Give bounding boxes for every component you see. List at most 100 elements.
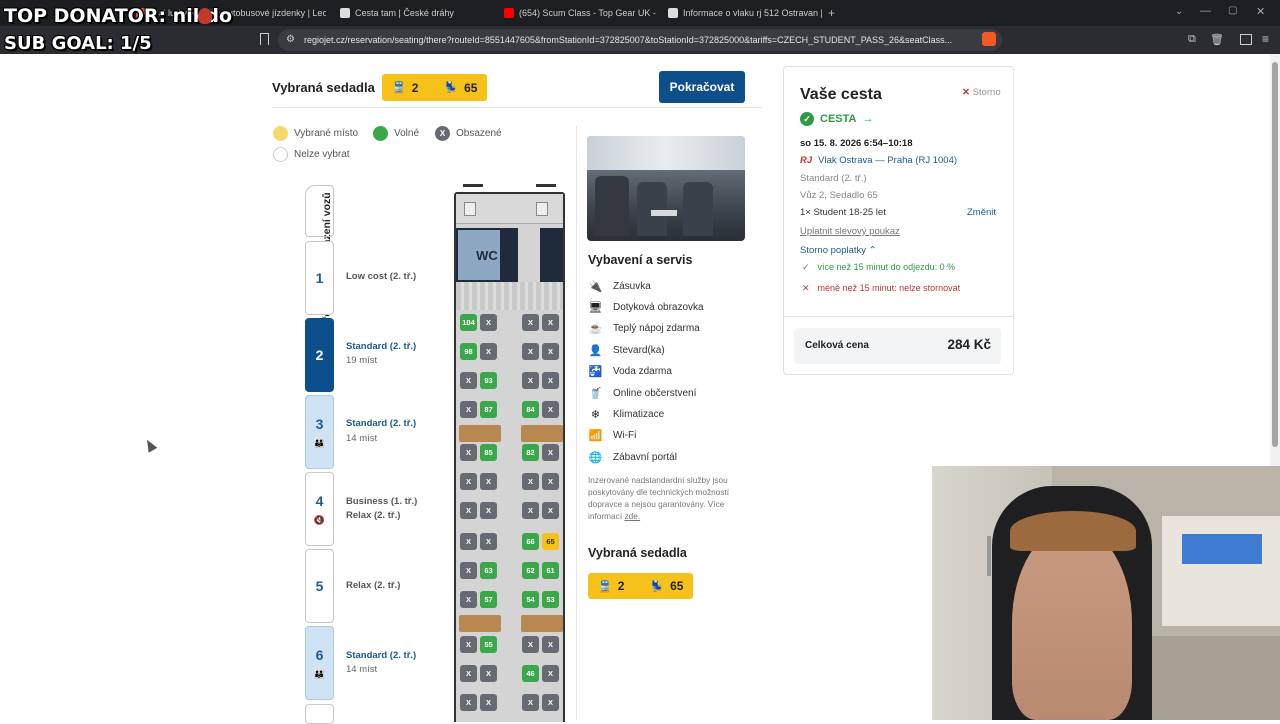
brave-shield-icon[interactable] (982, 32, 996, 46)
car-2[interactable]: 2 (305, 318, 334, 392)
seat-occupied: X (542, 636, 559, 653)
storno-fees-toggle[interactable]: Storno poplatky ⌃ (800, 245, 877, 256)
seat-selected[interactable]: 65 (542, 533, 559, 550)
legend-occupied: X Obsazené (435, 126, 502, 141)
check-icon: ✓ (802, 262, 810, 272)
seat-free[interactable]: 53 (542, 591, 559, 608)
coach-seat-map: WC 104 X X X 98 X X X X 93 X X X 87 84 X X 85 82 X X X X X X X X X X… (454, 192, 565, 722)
couch (1152, 636, 1280, 720)
bookmark-icon[interactable] (260, 33, 269, 45)
seat-occupied: X (480, 502, 497, 519)
snowflake-icon: ❄ (590, 409, 601, 421)
car-4[interactable]: 4 🔇 (305, 472, 334, 546)
tab-youtube[interactable]: (654) Scum Class - Top Gear UK - You (498, 3, 658, 23)
seat-free[interactable]: 98 (460, 343, 477, 360)
seat-occupied: X (460, 401, 477, 418)
menu-icon[interactable]: ≡ (1262, 32, 1269, 46)
seat-occupied: X (522, 473, 539, 490)
seat-free[interactable]: 55 (480, 636, 497, 653)
trip-title: Vaše cesta (800, 86, 882, 103)
seat-free[interactable]: 57 (480, 591, 497, 608)
address-bar: ⚙ regiojet.cz/reservation/seating/there?… (0, 26, 1280, 54)
seat-image (683, 182, 713, 236)
tab-cd[interactable]: Cesta tam | České dráhy (334, 3, 494, 23)
seat-free[interactable]: 93 (480, 372, 497, 389)
direction-badge: ✓ CESTA → (800, 112, 873, 126)
fee-no: ✕ méně než 15 minut: nelze stornovat (802, 283, 961, 293)
ceiling (587, 136, 745, 170)
seat-image (595, 176, 629, 236)
new-tab-icon[interactable]: + (828, 6, 835, 20)
service-item: 🔌 Zásuvka (588, 281, 651, 293)
seat-free[interactable]: 85 (480, 444, 497, 461)
pantograph (463, 184, 483, 192)
seat-occupied: X (542, 473, 559, 490)
seat-free[interactable]: 62 (522, 562, 539, 579)
url-input[interactable]: ⚙ regiojet.cz/reservation/seating/there?… (278, 29, 1002, 51)
table (459, 425, 501, 442)
seat-occupied: X (460, 444, 477, 461)
tab-info[interactable]: Informace o vlaku rj 512 Ostravan | C✕ (662, 3, 822, 23)
seat-free[interactable]: 87 (480, 401, 497, 418)
luggage-rack (456, 282, 563, 310)
legend-free: Volné (373, 126, 419, 141)
chevron-down-icon[interactable]: ⌄ (1175, 6, 1183, 17)
seat-icon: 💺 (444, 82, 459, 94)
service-item: 📶 Wi-Fi (588, 430, 637, 442)
unavailable-dot-icon (273, 147, 288, 162)
seat-free[interactable]: 46 (522, 665, 539, 682)
seat-occupied: X (480, 343, 497, 360)
person (1012, 526, 1132, 720)
close-icon: ✕ (962, 87, 970, 98)
site-info-icon[interactable]: ⚙ (286, 34, 295, 45)
seat-occupied: X (522, 314, 539, 331)
continue-button[interactable]: Pokračovat (659, 71, 745, 103)
seat-occupied: X (460, 665, 477, 682)
extensions-icon[interactable]: ⧉ (1188, 33, 1196, 46)
car-5[interactable]: 5 (305, 549, 334, 623)
seat-occupied: X (522, 343, 539, 360)
maximize-icon[interactable]: ▢ (1228, 5, 1237, 16)
family-icon: 👪 (313, 668, 326, 679)
sidebar-icon[interactable] (1240, 34, 1252, 45)
change-link[interactable]: Změnit (967, 207, 996, 218)
seat-occupied: X (522, 372, 539, 389)
occupied-dot-icon: X (435, 126, 450, 141)
free-dot-icon (373, 126, 388, 141)
seat-occupied: X (522, 502, 539, 519)
seat-free[interactable]: 61 (542, 562, 559, 579)
trip-datetime: so 15. 8. 2026 6:54–10:18 (800, 138, 913, 149)
voucher-link[interactable]: Uplatnit slevový poukaz (800, 226, 900, 237)
hair (1010, 511, 1136, 551)
seat-free[interactable]: 54 (522, 591, 539, 608)
car-1[interactable]: 1 (305, 241, 334, 315)
pantograph (536, 184, 556, 192)
car-6[interactable]: 6 👪 (305, 626, 334, 700)
seat-free[interactable]: 63 (480, 562, 497, 579)
seat-free[interactable]: 104 (460, 314, 477, 331)
trip-train[interactable]: RJ Vlak Ostrava — Praha (RJ 1004) (800, 155, 957, 166)
check-circle-icon: ✓ (800, 112, 814, 126)
close-window-icon[interactable]: ✕ (1256, 5, 1265, 18)
scrollbar-thumb[interactable] (1272, 62, 1278, 447)
chevron-up-icon: ⌃ (868, 245, 877, 256)
seat-occupied: X (542, 343, 559, 360)
steward-icon: 👤 (588, 345, 603, 357)
seat-free[interactable]: 82 (522, 444, 539, 461)
seat-occupied: X (480, 473, 497, 490)
storno-button[interactable]: ✕ Storno (962, 87, 1001, 98)
seat-free[interactable]: 66 (522, 533, 539, 550)
webcam-overlay (932, 466, 1280, 720)
seat-occupied: X (542, 372, 559, 389)
seat-occupied: X (480, 314, 497, 331)
more-info-link[interactable]: zde. (624, 511, 640, 521)
seat-occupied: X (460, 694, 477, 711)
trash-icon[interactable]: 🗑 (1210, 33, 1224, 46)
seat-free[interactable]: 84 (522, 401, 539, 418)
minimize-icon[interactable]: — (1200, 5, 1211, 17)
car-3[interactable]: 3 👪 (305, 395, 334, 469)
seat-occupied: X (460, 636, 477, 653)
car-7[interactable] (305, 704, 334, 724)
legend-unavailable: Nelze vybrat (273, 147, 350, 162)
seat-occupied: X (542, 502, 559, 519)
